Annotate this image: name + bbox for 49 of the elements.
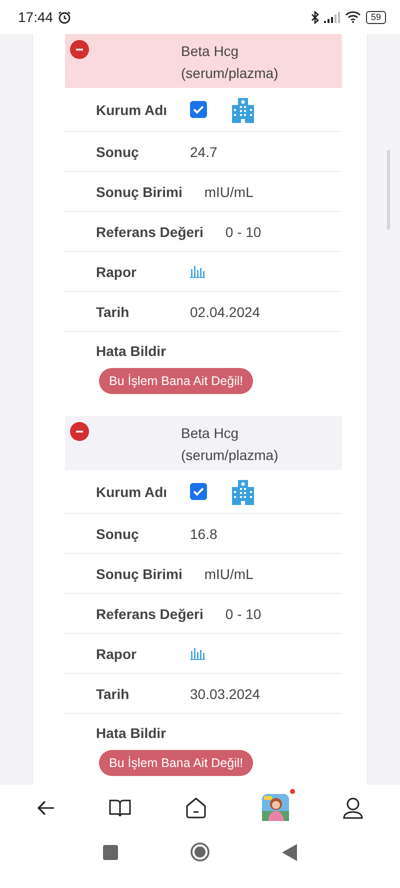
signal-icon	[324, 12, 340, 22]
field-label: Rapor	[96, 264, 138, 280]
checkmark-icon	[193, 105, 204, 114]
field-label: Referans Değeri	[96, 606, 204, 622]
field-value: 24.7	[190, 144, 218, 160]
field-label: Hata Bildir	[96, 725, 168, 741]
checkbox[interactable]	[190, 483, 207, 500]
remove-icon[interactable]	[70, 422, 89, 441]
field-value: mIU/mL	[204, 566, 254, 582]
field-label: Sonuç Birimi	[96, 566, 182, 582]
field-label: Tarih	[96, 304, 130, 320]
alarm-icon	[58, 10, 72, 24]
bluetooth-icon	[310, 10, 319, 24]
field-label: Rapor	[96, 646, 138, 662]
building-icon	[229, 478, 257, 506]
book-icon[interactable]	[109, 798, 132, 816]
field-value: mIU/mL	[204, 184, 254, 200]
test-name: Beta Hcg (serum/plazma)	[181, 42, 280, 83]
test-name: Beta Hcg (serum/plazma)	[181, 424, 280, 465]
home-button-icon[interactable]	[190, 842, 210, 862]
checkmark-icon	[193, 487, 204, 496]
back-arrow-icon[interactable]	[37, 800, 56, 816]
field-value: 0 - 10	[225, 224, 262, 240]
field-label: Tarih	[96, 686, 130, 702]
field-value: 0 - 10	[225, 606, 262, 622]
building-icon	[229, 96, 257, 124]
field-label: Sonuç	[96, 526, 140, 542]
battery-level: 59	[366, 10, 386, 24]
field-label: Kurum Adı	[96, 484, 168, 500]
field-value: 02.04.2024	[190, 304, 260, 320]
report-error-button[interactable]: Bu İşlem Bana Ait Değil!	[99, 750, 254, 776]
report-error-button[interactable]: Bu İşlem Bana Ait Değil!	[99, 368, 254, 394]
home-icon[interactable]	[185, 796, 208, 818]
field-value: 16.8	[190, 526, 218, 542]
field-label: Referans Değeri	[96, 224, 204, 240]
back-icon[interactable]	[282, 844, 297, 860]
bar-chart-icon[interactable]	[190, 647, 205, 660]
wifi-icon	[344, 11, 361, 23]
recent-apps-icon[interactable]	[103, 844, 118, 860]
field-label: Sonuç Birimi	[96, 184, 182, 200]
bar-chart-icon[interactable]	[190, 265, 205, 278]
profile-icon[interactable]	[342, 796, 363, 818]
status-time: 17:44	[18, 9, 54, 25]
field-value: 30.03.2024	[190, 686, 260, 702]
field-label: Kurum Adı	[96, 102, 168, 118]
checkbox[interactable]	[190, 101, 207, 118]
remove-icon[interactable]	[70, 40, 89, 59]
field-label: Hata Bildir	[96, 343, 168, 359]
field-label: Sonuç	[96, 144, 140, 160]
